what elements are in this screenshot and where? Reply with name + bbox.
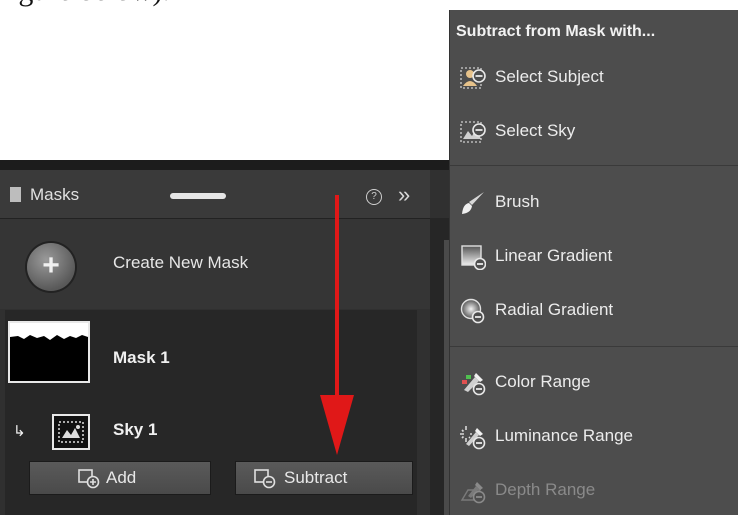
mask-1-label[interactable]: Mask 1 xyxy=(113,348,170,368)
menu-item-label: Color Range xyxy=(495,372,591,391)
menu-title: Subtract from Mask with... xyxy=(456,23,656,40)
menu-separator xyxy=(450,165,738,166)
subtract-from-mask-menu: Subtract from Mask with... Select Subjec… xyxy=(449,10,738,515)
brush-icon xyxy=(462,192,484,214)
menu-item-label: Luminance Range xyxy=(495,426,633,445)
subtract-button-label: Subtract xyxy=(284,468,348,487)
annotation-arrow-shaft xyxy=(335,195,339,395)
masks-panel-header: Masks ? » xyxy=(0,170,430,219)
menu-item-label: Linear Gradient xyxy=(495,246,613,265)
panel-collapse-icon[interactable] xyxy=(10,187,21,202)
mask-1-thumbnail[interactable] xyxy=(8,321,90,383)
sub-mask-arrow-icon: ↳ xyxy=(13,423,26,440)
menu-item-linear-gradient[interactable]: Linear Gradient xyxy=(460,241,730,271)
add-button-label: Add xyxy=(106,468,137,487)
subtract-button[interactable]: Subtract xyxy=(235,461,413,495)
menu-item-label: Select Subject xyxy=(495,67,604,86)
menu-separator xyxy=(450,346,738,347)
add-to-mask-icon xyxy=(78,469,100,489)
masks-panel: Masks ? » + Create New Mask Mask 1 ↳ Sky xyxy=(0,160,450,515)
sky-1-thumbnail[interactable] xyxy=(52,414,90,450)
menu-item-label: Brush xyxy=(495,192,540,211)
menu-item-luminance-range[interactable]: Luminance Range xyxy=(460,421,730,451)
radial-gradient-icon xyxy=(460,298,485,324)
annotation-arrow-head xyxy=(320,395,354,455)
menu-item-brush[interactable]: Brush xyxy=(460,187,730,217)
depth-range-icon xyxy=(460,482,486,504)
select-sky-icon xyxy=(460,121,486,143)
color-range-icon xyxy=(462,373,486,396)
masks-panel-title: Masks xyxy=(30,185,80,204)
create-new-mask-row[interactable]: + Create New Mask xyxy=(0,219,430,309)
menu-item-depth-range: Depth Range xyxy=(460,475,730,505)
add-button[interactable]: Add xyxy=(29,461,211,495)
sky-1-label[interactable]: Sky 1 xyxy=(113,420,157,440)
linear-gradient-icon xyxy=(461,245,486,270)
menu-item-label: Depth Range xyxy=(495,480,596,499)
menu-item-radial-gradient[interactable]: Radial Gradient xyxy=(460,295,730,325)
menu-item-label: Select Sky xyxy=(495,121,576,140)
menu-item-select-subject[interactable]: Select Subject xyxy=(460,62,730,92)
plus-icon: + xyxy=(42,249,60,282)
menu-item-color-range[interactable]: Color Range xyxy=(460,367,730,397)
help-icon[interactable]: ? xyxy=(366,189,382,205)
subtract-from-mask-icon xyxy=(254,469,276,489)
create-new-mask-button[interactable]: + xyxy=(27,243,75,291)
luminance-range-icon xyxy=(460,426,486,450)
create-new-mask-label: Create New Mask xyxy=(113,253,249,272)
select-subject-icon xyxy=(460,67,486,89)
expand-panel-icon[interactable]: » xyxy=(398,182,410,208)
menu-item-label: Radial Gradient xyxy=(495,300,614,319)
menu-item-select-sky[interactable]: Select Sky xyxy=(460,116,730,146)
panel-drag-handle[interactable] xyxy=(170,193,226,199)
panel-top-border xyxy=(0,160,450,170)
document-text: figure below). xyxy=(0,0,170,8)
